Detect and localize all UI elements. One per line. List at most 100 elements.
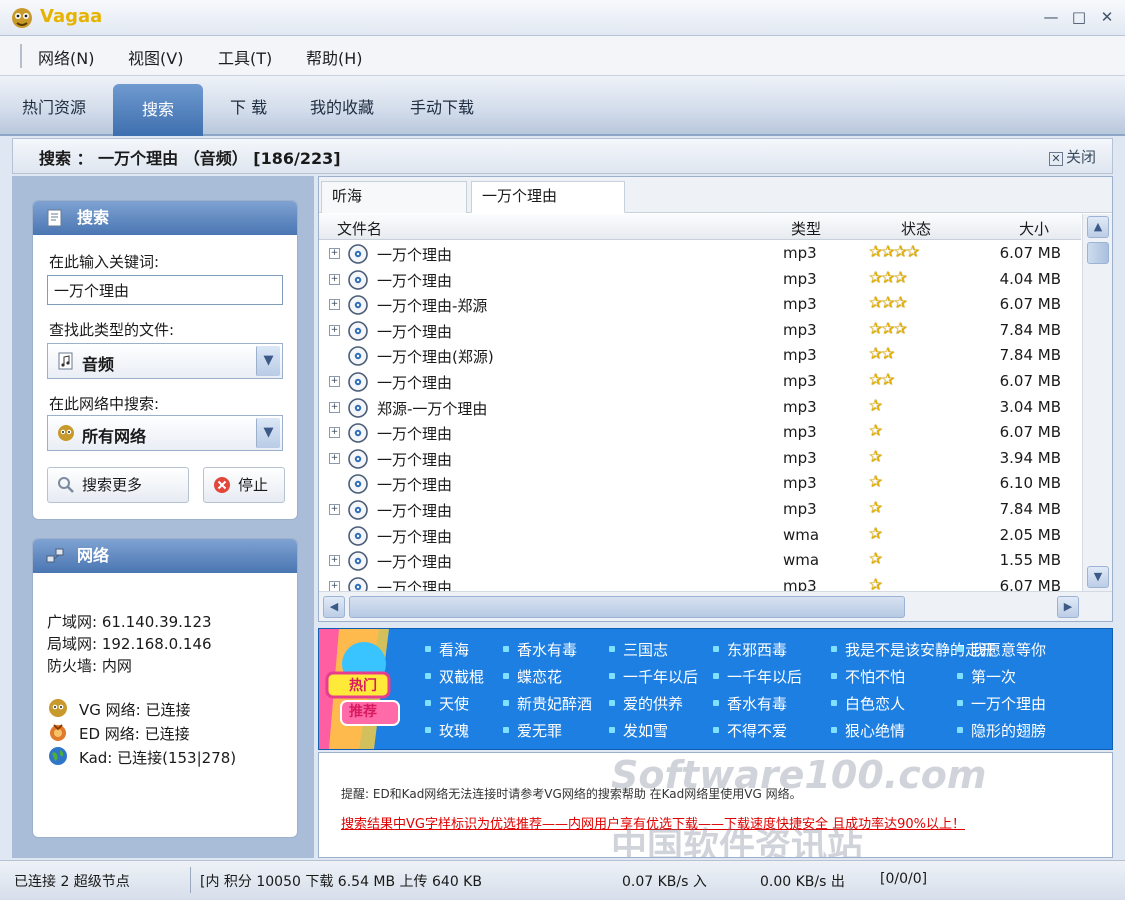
result-size: 2.05 MB	[999, 525, 1061, 544]
banner-link[interactable]: 蝶恋花	[503, 666, 562, 687]
result-row[interactable]: + 一万个理由 wma ✰ 1.55 MB	[319, 548, 1081, 574]
result-type: mp3	[783, 474, 817, 493]
banner-link[interactable]: 一千年以后	[713, 666, 802, 687]
network-select[interactable]: 所有网络 ▼	[47, 415, 283, 451]
search-document-icon	[47, 209, 62, 227]
result-row[interactable]: + 郑源-一万个理由 mp3 ✰ 3.04 MB	[319, 395, 1081, 421]
minimize-button[interactable]: —	[1040, 6, 1062, 28]
expand-icon[interactable]: +	[329, 427, 340, 439]
banner-link[interactable]: 玫瑰	[425, 720, 469, 741]
banner-link[interactable]: 发如雪	[609, 720, 668, 741]
tab-download[interactable]: 下 载	[230, 94, 267, 118]
result-row[interactable]: + 一万个理由 mp3 ✰✰✰ 4.04 MB	[319, 267, 1081, 293]
cd-icon	[348, 269, 368, 290]
menu-help[interactable]: 帮助(H)	[306, 45, 363, 69]
stop-button[interactable]: 停止	[203, 467, 285, 503]
scroll-up-icon[interactable]: ▲	[1087, 216, 1109, 238]
banner-link[interactable]: 香水有毒	[503, 639, 577, 660]
menu-tools[interactable]: 工具(T)	[218, 45, 272, 69]
scroll-left-icon[interactable]: ◀	[323, 596, 345, 618]
status-separator	[190, 867, 191, 893]
wan-address: 广域网: 61.140.39.123	[47, 613, 212, 631]
expand-icon[interactable]: +	[329, 401, 340, 413]
result-row[interactable]: + 一万个理由-郑源 mp3 ✰✰✰ 6.07 MB	[319, 292, 1081, 318]
cd-icon	[348, 525, 368, 546]
column-filename[interactable]: 文件名	[337, 218, 382, 239]
results-panel: 听海 一万个理由 文件名 类型 状态 大小 + 一万个理由 mp3 ✰✰✰✰ 6.07 …	[318, 176, 1113, 622]
menu-view[interactable]: 视图(V)	[128, 45, 183, 69]
banner-link[interactable]: 东邪西毒	[713, 639, 787, 660]
result-row[interactable]: 一万个理由 wma ✰ 2.05 MB	[319, 523, 1081, 549]
scroll-right-icon[interactable]: ▶	[1057, 596, 1079, 618]
result-row[interactable]: 一万个理由(郑源) mp3 ✰✰ 7.84 MB	[319, 343, 1081, 369]
result-size: 6.07 MB	[999, 372, 1061, 390]
chevron-down-icon[interactable]: ▼	[256, 346, 280, 376]
expand-icon[interactable]: +	[329, 324, 340, 336]
result-row[interactable]: + 一万个理由 mp3 ✰✰✰✰ 6.07 MB	[319, 241, 1081, 267]
banner-link[interactable]: 不怕不怕	[831, 666, 905, 687]
banner-link[interactable]: 狠心绝情	[831, 720, 905, 741]
tab-search[interactable]: 搜索	[113, 84, 203, 136]
expand-icon[interactable]: +	[329, 273, 340, 285]
banner-link[interactable]: 三国志	[609, 639, 668, 660]
banner-link[interactable]: 不得不爱	[713, 720, 787, 741]
scroll-down-icon[interactable]: ▼	[1087, 566, 1109, 588]
banner-link[interactable]: 爱无罪	[503, 720, 562, 741]
horizontal-scroll-thumb[interactable]	[349, 596, 905, 618]
banner-link[interactable]: 看海	[425, 639, 469, 660]
banner-link[interactable]: 白色恋人	[831, 693, 905, 714]
banner-link[interactable]: 双截棍	[425, 666, 484, 687]
expand-icon[interactable]: +	[329, 376, 340, 387]
column-status[interactable]: 状态	[901, 218, 931, 239]
network-group-title: 网络	[77, 546, 110, 565]
result-size: 6.07 MB	[999, 295, 1061, 314]
banner-link[interactable]: 第一次	[957, 666, 1016, 687]
banner-link[interactable]: 一千年以后	[609, 666, 698, 687]
banner-link[interactable]: 香水有毒	[713, 693, 787, 714]
maximize-button[interactable]: □	[1068, 6, 1090, 28]
results-tab-tinghai[interactable]: 听海	[321, 181, 467, 213]
result-row[interactable]: + 一万个理由 mp3 ✰ 3.94 MB	[319, 446, 1081, 472]
result-row[interactable]: + 一万个理由 mp3 ✰✰✰ 7.84 MB	[319, 318, 1081, 344]
search-group-title: 搜索	[77, 208, 110, 227]
menu-network[interactable]: 网络(N)	[38, 45, 94, 69]
expand-icon[interactable]: +	[329, 555, 340, 567]
column-type[interactable]: 类型	[791, 218, 821, 239]
scroll-thumb[interactable]	[1087, 242, 1109, 264]
results-tab-strip: 听海 一万个理由	[319, 177, 1112, 213]
tab-favorites[interactable]: 我的收藏	[310, 94, 374, 118]
result-type: mp3	[783, 346, 817, 365]
result-filename: 一万个理由(郑源)	[377, 348, 494, 367]
expand-icon[interactable]: +	[329, 248, 340, 259]
banner-link[interactable]: 我愿意等你	[957, 639, 1046, 660]
result-row[interactable]: + 一万个理由 mp3 ✰ 6.07 MB	[319, 420, 1081, 446]
expand-icon[interactable]: +	[329, 299, 340, 311]
banner-link[interactable]: 隐形的翅膀	[957, 720, 1046, 741]
expand-icon[interactable]: +	[329, 504, 340, 515]
close-search-button[interactable]: ✕ 关闭	[1048, 146, 1096, 167]
close-window-button[interactable]: ✕	[1096, 6, 1118, 28]
banner-link[interactable]: 爱的供养	[609, 693, 683, 714]
banner-link[interactable]: 新贵妃醉酒	[503, 693, 592, 714]
search-more-label: 搜索更多	[82, 476, 143, 494]
result-filename: 一万个理由	[377, 450, 453, 469]
search-more-button[interactable]: 搜索更多	[47, 467, 189, 503]
column-size[interactable]: 大小	[1019, 218, 1049, 239]
banner-link[interactable]: 一万个理由	[957, 693, 1046, 714]
result-row[interactable]: 一万个理由 mp3 ✰ 6.10 MB	[319, 471, 1081, 497]
vg-network-status: VG 网络: 已连接	[47, 699, 190, 720]
banner-link[interactable]: 天使	[425, 693, 469, 714]
rating-stars-icon: ✰✰	[869, 344, 895, 364]
vertical-scrollbar[interactable]: ▲ ▼	[1082, 214, 1112, 592]
keyword-input[interactable]: 一万个理由	[47, 275, 283, 305]
file-type-select[interactable]: 音频 ▼	[47, 343, 283, 379]
tab-manual-download[interactable]: 手动下载	[410, 94, 474, 118]
result-row[interactable]: + 一万个理由 mp3 ✰✰ 6.07 MB	[319, 369, 1081, 395]
result-row[interactable]: + 一万个理由 mp3 ✰ 7.84 MB	[319, 497, 1081, 523]
chevron-down-icon[interactable]: ▼	[256, 418, 280, 448]
expand-icon[interactable]: +	[329, 452, 340, 464]
results-tab-current[interactable]: 一万个理由	[471, 181, 625, 213]
result-size: 1.55 MB	[999, 551, 1061, 570]
horizontal-scrollbar[interactable]: ◀ ▶	[319, 591, 1112, 621]
tab-hot-resources[interactable]: 热门资源	[22, 94, 86, 118]
